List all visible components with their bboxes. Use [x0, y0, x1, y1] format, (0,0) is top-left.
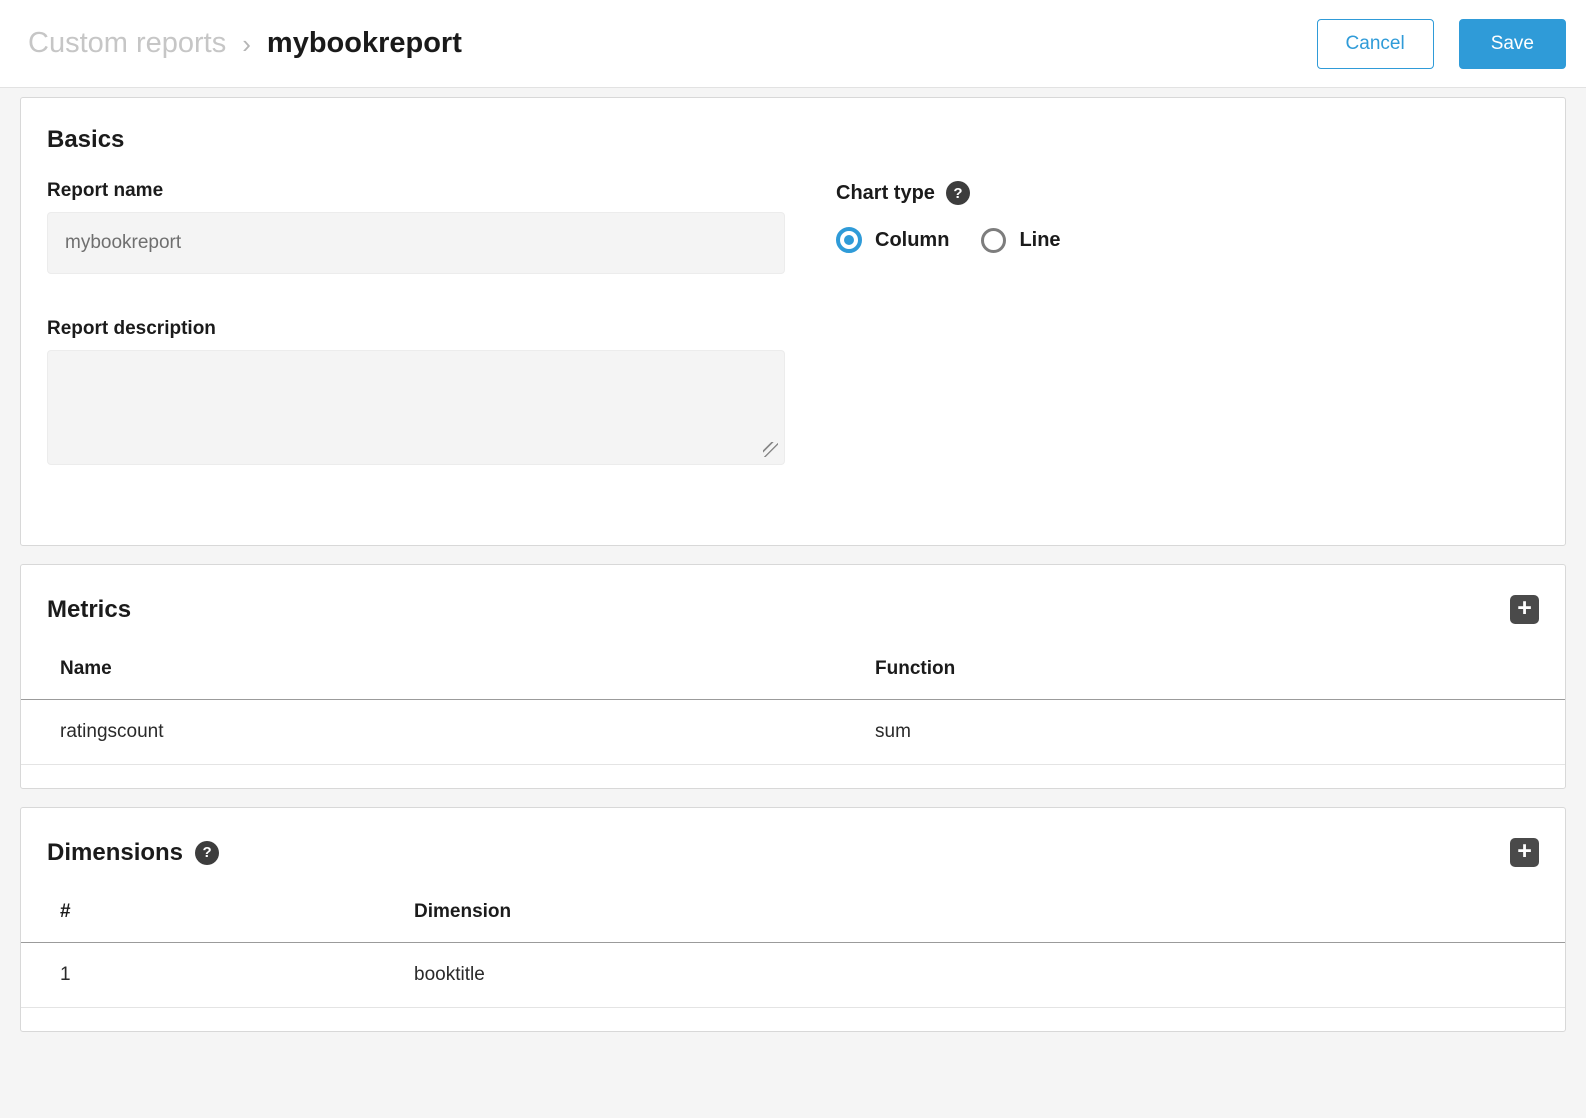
metrics-col-function: Function — [836, 638, 1565, 700]
radio-selected-icon[interactable] — [836, 227, 862, 253]
report-description-textarea[interactable] — [47, 350, 785, 465]
radio-unselected-icon[interactable] — [981, 228, 1006, 253]
page-header: Custom reports › mybookreport Cancel Sav… — [0, 0, 1586, 88]
basics-card: Basics Report name Report description Ch — [20, 97, 1566, 546]
breadcrumb-current: mybookreport — [267, 27, 462, 60]
basics-title: Basics — [47, 126, 1539, 154]
add-metric-button[interactable]: + — [1510, 595, 1539, 624]
header-actions: Cancel Save — [1317, 19, 1566, 69]
dimensions-col-index: # — [21, 881, 375, 943]
chart-type-options: Column Line — [836, 227, 1061, 253]
metrics-table: Name Function ratingscount sum — [21, 638, 1565, 765]
metrics-card: Metrics + Name Function ratingscount sum — [20, 564, 1566, 789]
dimensions-table: # Dimension 1 booktitle — [21, 881, 1565, 1008]
metrics-title: Metrics — [47, 596, 131, 624]
help-icon[interactable]: ? — [946, 181, 970, 205]
metrics-col-name: Name — [21, 638, 836, 700]
chart-type-label: Chart type — [836, 182, 935, 205]
dimensions-title: Dimensions — [47, 839, 183, 867]
add-dimension-button[interactable]: + — [1510, 838, 1539, 867]
report-name-input[interactable] — [47, 212, 785, 274]
report-description-label: Report description — [47, 318, 785, 340]
cancel-button[interactable]: Cancel — [1317, 19, 1434, 69]
breadcrumb-parent-link[interactable]: Custom reports — [28, 27, 226, 60]
dimension-index-cell: 1 — [21, 943, 375, 1008]
table-row[interactable]: 1 booktitle — [21, 943, 1565, 1008]
breadcrumb: Custom reports › mybookreport — [28, 27, 462, 60]
resize-handle-icon[interactable] — [763, 442, 778, 457]
save-button[interactable]: Save — [1459, 19, 1566, 69]
help-icon[interactable]: ? — [195, 841, 219, 865]
metric-function-cell: sum — [836, 700, 1565, 765]
chevron-right-icon: › — [242, 27, 251, 60]
main-content: Basics Report name Report description Ch — [0, 88, 1586, 1070]
report-name-label: Report name — [47, 180, 785, 202]
dimensions-col-dimension: Dimension — [375, 881, 1565, 943]
dimension-name-cell: booktitle — [375, 943, 1565, 1008]
metric-name-cell: ratingscount — [21, 700, 836, 765]
radio-option-column[interactable]: Column — [836, 227, 949, 253]
dimensions-card: Dimensions ? + # Dimension 1 booktitle — [20, 807, 1566, 1032]
table-row[interactable]: ratingscount sum — [21, 700, 1565, 765]
radio-option-line[interactable]: Line — [981, 228, 1060, 253]
